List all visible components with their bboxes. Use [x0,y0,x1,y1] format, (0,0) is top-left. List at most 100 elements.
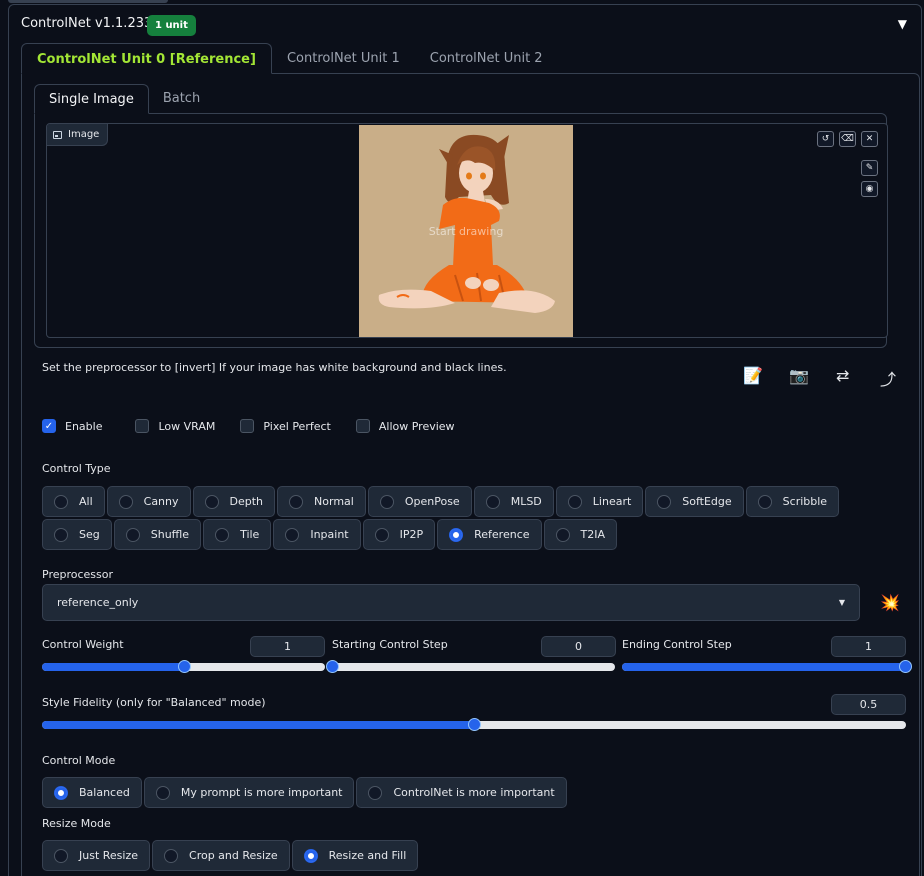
control-weight-slider[interactable] [42,660,325,673]
slider-fill [42,721,474,729]
allow-preview-checkbox[interactable]: Allow Preview [355,419,455,433]
control-type-scribble[interactable]: Scribble [745,486,840,517]
control-type-lineart[interactable]: Lineart [555,486,644,517]
camera-icon[interactable]: 📷 [789,366,809,385]
low-vram-checkbox[interactable]: Low VRAM [135,419,215,433]
radio-dot [368,785,383,800]
slider-thumb[interactable] [468,718,481,731]
checkbox-box [135,419,150,433]
radio-dot [118,494,133,509]
style-fidelity-slider[interactable] [42,718,906,731]
control-type-t2ia[interactable]: T2IA [543,519,618,550]
ending-step-slider[interactable] [622,660,912,673]
control-weight-input[interactable]: 1 [250,636,325,657]
control-type-shuffle[interactable]: Shuffle [113,519,202,550]
radio-dot [285,527,300,542]
control-type-canny[interactable]: Canny [106,486,191,517]
starting-step-input[interactable]: 0 [541,636,616,657]
image-tabs: Single Image Batch [34,84,214,114]
resize-mode-radios: Just Resize Crop and Resize Resize and Fil… [42,840,902,871]
starting-step-label: Starting Control Step [332,638,448,651]
tab-unit-1[interactable]: ControlNet Unit 1 [272,43,415,74]
resize-mode-crop-and-resize[interactable]: Crop and Resize [152,840,290,871]
image-canvas[interactable]: Image Start drawing ↺ ⌫ ✕ ✎ ◉ [46,123,888,338]
resize-mode-resize-and-fill[interactable]: Resize and Fill [291,840,419,871]
radio-dot [204,494,219,509]
tab-single-image[interactable]: Single Image [34,84,149,114]
tab-unit-2[interactable]: ControlNet Unit 2 [415,43,558,74]
radio-label: IP2P [399,528,424,541]
style-fidelity-input[interactable]: 0.5 [831,694,906,715]
control-mode-my-prompt-is-more-important[interactable]: My prompt is more important [143,777,355,808]
resize-mode-just-resize[interactable]: Just Resize [42,840,151,871]
slider-thumb[interactable] [899,660,912,673]
radio-dot [374,527,389,542]
curved-arrow-icon[interactable]: ⤴ [880,366,896,390]
start-drawing-text: Start drawing [428,225,504,238]
tab-unit-0[interactable]: ControlNet Unit 0 [Reference] [21,43,272,74]
undo-icon[interactable]: ↺ [817,131,834,147]
control-type-depth[interactable]: Depth [192,486,276,517]
control-weight-label: Control Weight [42,638,124,651]
radio-dot [757,494,772,509]
enable-checkbox[interactable]: ✓ Enable [42,419,102,433]
radio-dot [657,494,672,509]
radio-label: Resize and Fill [328,849,407,862]
ending-step-input[interactable]: 1 [831,636,906,657]
slider-thumb[interactable] [177,660,191,673]
ending-step-label: Ending Control Step [622,638,732,651]
control-type-label: Control Type [42,462,111,475]
swap-icon[interactable]: ⇄ [836,366,849,385]
control-type-openpose[interactable]: OpenPose [367,486,472,517]
control-mode-balanced[interactable]: Balanced [42,777,142,808]
slider-thumb[interactable] [326,660,339,673]
brush-icon[interactable]: ✎ [861,160,878,176]
explosion-icon[interactable]: 💥 [880,593,900,612]
tab-batch[interactable]: Batch [149,84,214,114]
radio-dot [54,848,68,863]
radio-dot [54,494,68,509]
starting-step-slider[interactable] [326,660,615,673]
radio-label: Inpaint [310,528,349,541]
radio-label: Tile [240,528,260,541]
check-icon: ✓ [42,419,56,433]
radio-label: T2IA [580,528,606,541]
control-type-normal[interactable]: Normal [277,486,366,517]
palette-icon[interactable]: ◉ [861,181,878,197]
preprocessor-dropdown[interactable]: reference_only ▼ [42,584,860,621]
radio-label: Lineart [592,495,632,508]
control-type-all[interactable]: All [42,486,105,517]
unit-0-body: Single Image Batch Image Start drawing ↺… [21,73,920,876]
radio-label: Normal [314,495,354,508]
close-icon[interactable]: ✕ [861,131,878,147]
radio-dot [155,785,170,800]
radio-dot [449,527,464,542]
slider-fill [622,663,905,671]
preprocessor-label: Preprocessor [42,568,114,581]
radio-dot [164,848,179,863]
control-type-reference[interactable]: Reference [437,519,542,550]
image-icon [53,130,62,139]
radio-dot [289,494,304,509]
control-type-softedge[interactable]: SoftEdge [645,486,744,517]
control-mode-label: Control Mode [42,754,116,767]
radio-dot [555,527,570,542]
control-type-ip2p[interactable]: IP2P [362,519,436,550]
eraser-icon[interactable]: ⌫ [839,131,856,147]
pixel-perfect-checkbox[interactable]: Pixel Perfect [240,419,331,433]
radio-label: ControlNet is more important [393,786,555,799]
image-label-text: Image [68,129,100,140]
radio-dot [125,527,140,542]
slider-fill [42,663,184,671]
reference-image[interactable]: Start drawing [359,125,573,337]
memo-icon[interactable]: 📝 [743,366,763,385]
control-type-tile[interactable]: Tile [203,519,272,550]
control-type-mlsd[interactable]: MLSD [473,486,554,517]
control-mode-controlnet-is-more-important[interactable]: ControlNet is more important [356,777,567,808]
option-checkboxes: ✓ Enable Low VRAM Pixel Perfect Allow Pr… [42,419,455,433]
triangle-down-icon[interactable]: ▼ [898,17,907,31]
control-type-inpaint[interactable]: Inpaint [273,519,361,550]
control-type-seg[interactable]: Seg [42,519,112,550]
radio-label: Reference [474,528,530,541]
radio-label: All [79,495,93,508]
